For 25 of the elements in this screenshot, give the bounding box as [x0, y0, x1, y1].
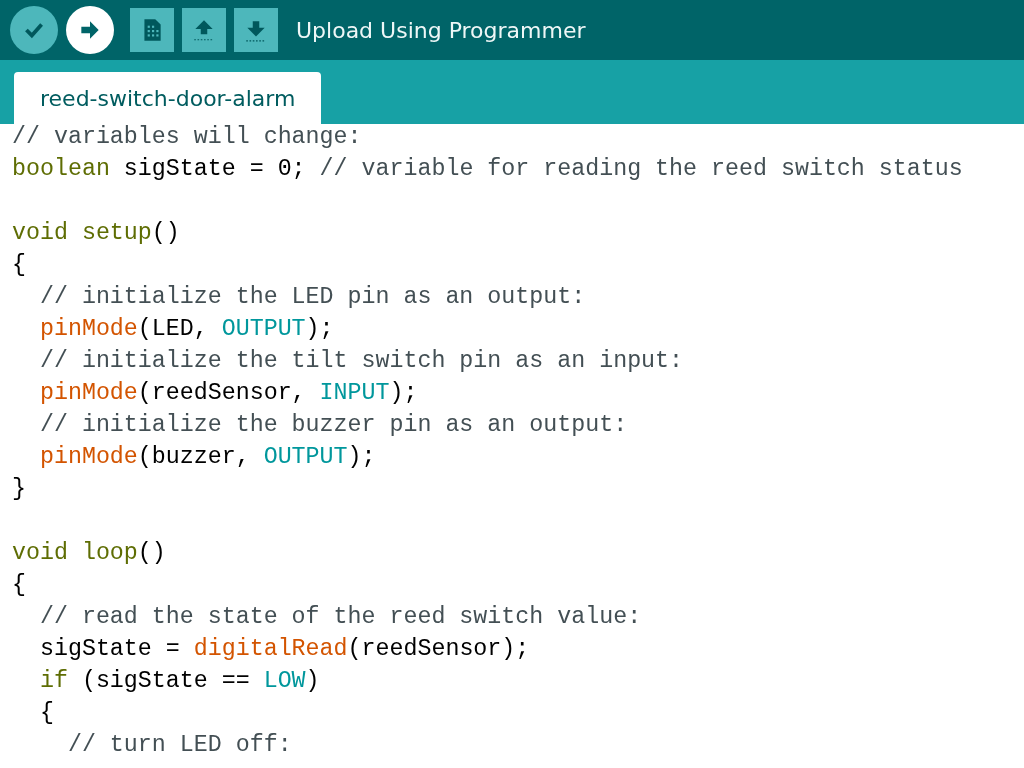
upload-button[interactable] [66, 6, 114, 54]
code-line: // initialize the buzzer pin as an output: [38, 411, 629, 440]
code-line: // variables will change: [12, 123, 363, 152]
button-hint: Upload Using Programmer [296, 16, 586, 45]
sketch-tab[interactable]: reed-switch-door-alarm [14, 72, 322, 124]
code-line: pinMode(buzzer, OUTPUT); [38, 443, 377, 472]
code-line: } [12, 475, 27, 504]
code-line: // read the state of the reed switch value: [38, 603, 643, 632]
code-line: // initialize the tilt switch pin as an input: [38, 347, 685, 376]
new-button[interactable] [130, 8, 174, 52]
code-line: // turn LED off: [66, 731, 293, 760]
code-line: { [12, 251, 27, 280]
code-line: void loop() [12, 539, 167, 568]
code-line: // initialize the LED pin as an output: [38, 283, 587, 312]
open-button[interactable] [182, 8, 226, 52]
code-line: { [38, 699, 55, 728]
verify-button[interactable] [10, 6, 58, 54]
code-line: sigState = digitalRead(reedSensor); [38, 635, 531, 664]
code-line: void setup() [12, 219, 181, 248]
code-line: { [12, 571, 27, 600]
code-line: pinMode(LED, OUTPUT); [38, 315, 335, 344]
code-line: if (sigState == LOW) [38, 667, 321, 696]
save-button[interactable] [234, 8, 278, 52]
code-line: pinMode(reedSensor, INPUT); [38, 379, 419, 408]
code-line: boolean sigState = 0; // variable for reading the reed switch status [12, 155, 964, 184]
